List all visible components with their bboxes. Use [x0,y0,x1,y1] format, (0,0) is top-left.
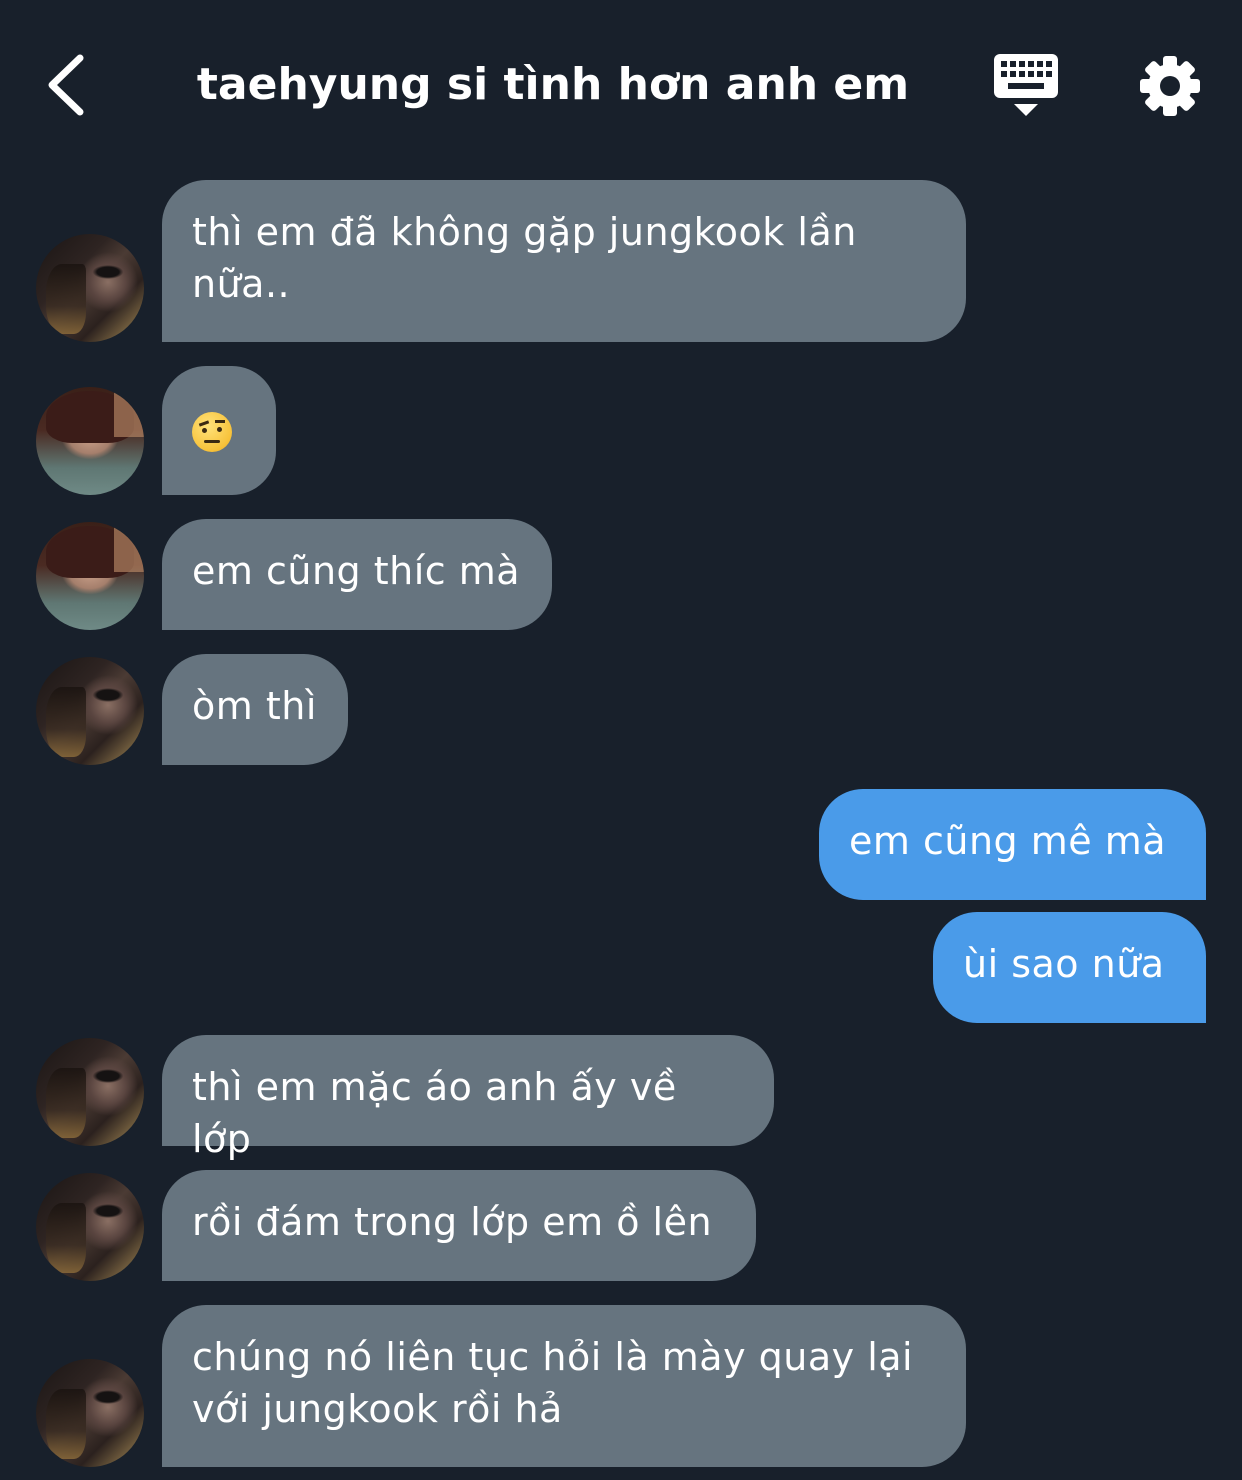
message-row: rồi đám trong lớp em ồ lên [0,1170,1242,1281]
avatar[interactable] [36,234,144,342]
message-bubble-outgoing[interactable]: em cũng mê mà [819,789,1206,900]
message-row: thì em đã không gặp jungkook lần nữa.. [0,180,1242,342]
message-bubble-incoming[interactable]: rồi đám trong lớp em ồ lên [162,1170,756,1281]
avatar[interactable] [36,1173,144,1281]
message-row: ùi sao nữa [0,912,1242,1023]
keyboard-button[interactable] [990,52,1062,120]
message-bubble-incoming[interactable]: thì em đã không gặp jungkook lần nữa.. [162,180,966,342]
keyboard-hide-icon [994,54,1058,116]
message-row: em cũng thíc mà [0,519,1242,630]
message-bubble-outgoing[interactable]: ùi sao nữa [933,912,1206,1023]
message-row [0,366,1242,495]
raised-eyebrow-emoji-icon [192,412,232,452]
message-bubble-incoming[interactable]: chúng nó liên tục hỏi là mày quay lại vớ… [162,1305,966,1467]
back-button[interactable] [36,50,96,120]
avatar[interactable] [36,522,144,630]
avatar[interactable] [36,657,144,765]
chat-header: taehyung si tình hơn anh em [0,0,1242,170]
message-row: òm thì [0,654,1242,765]
message-bubble-incoming[interactable]: òm thì [162,654,348,765]
avatar[interactable] [36,387,144,495]
message-row: chúng nó liên tục hỏi là mày quay lại vớ… [0,1305,1242,1467]
gear-icon [1140,56,1200,116]
message-row: em cũng mê mà [0,789,1242,900]
message-row: thì em mặc áo anh ấy về lớp [0,1035,1242,1161]
avatar[interactable] [36,1038,144,1146]
chevron-left-icon [48,54,84,116]
message-bubble-incoming[interactable]: em cũng thíc mà [162,519,552,630]
chat-title: taehyung si tình hơn anh em [196,59,910,110]
message-bubble-incoming[interactable]: thì em mặc áo anh ấy về lớp [162,1035,774,1161]
message-bubble-incoming[interactable] [162,366,276,495]
avatar[interactable] [36,1359,144,1467]
settings-button[interactable] [1136,52,1204,120]
